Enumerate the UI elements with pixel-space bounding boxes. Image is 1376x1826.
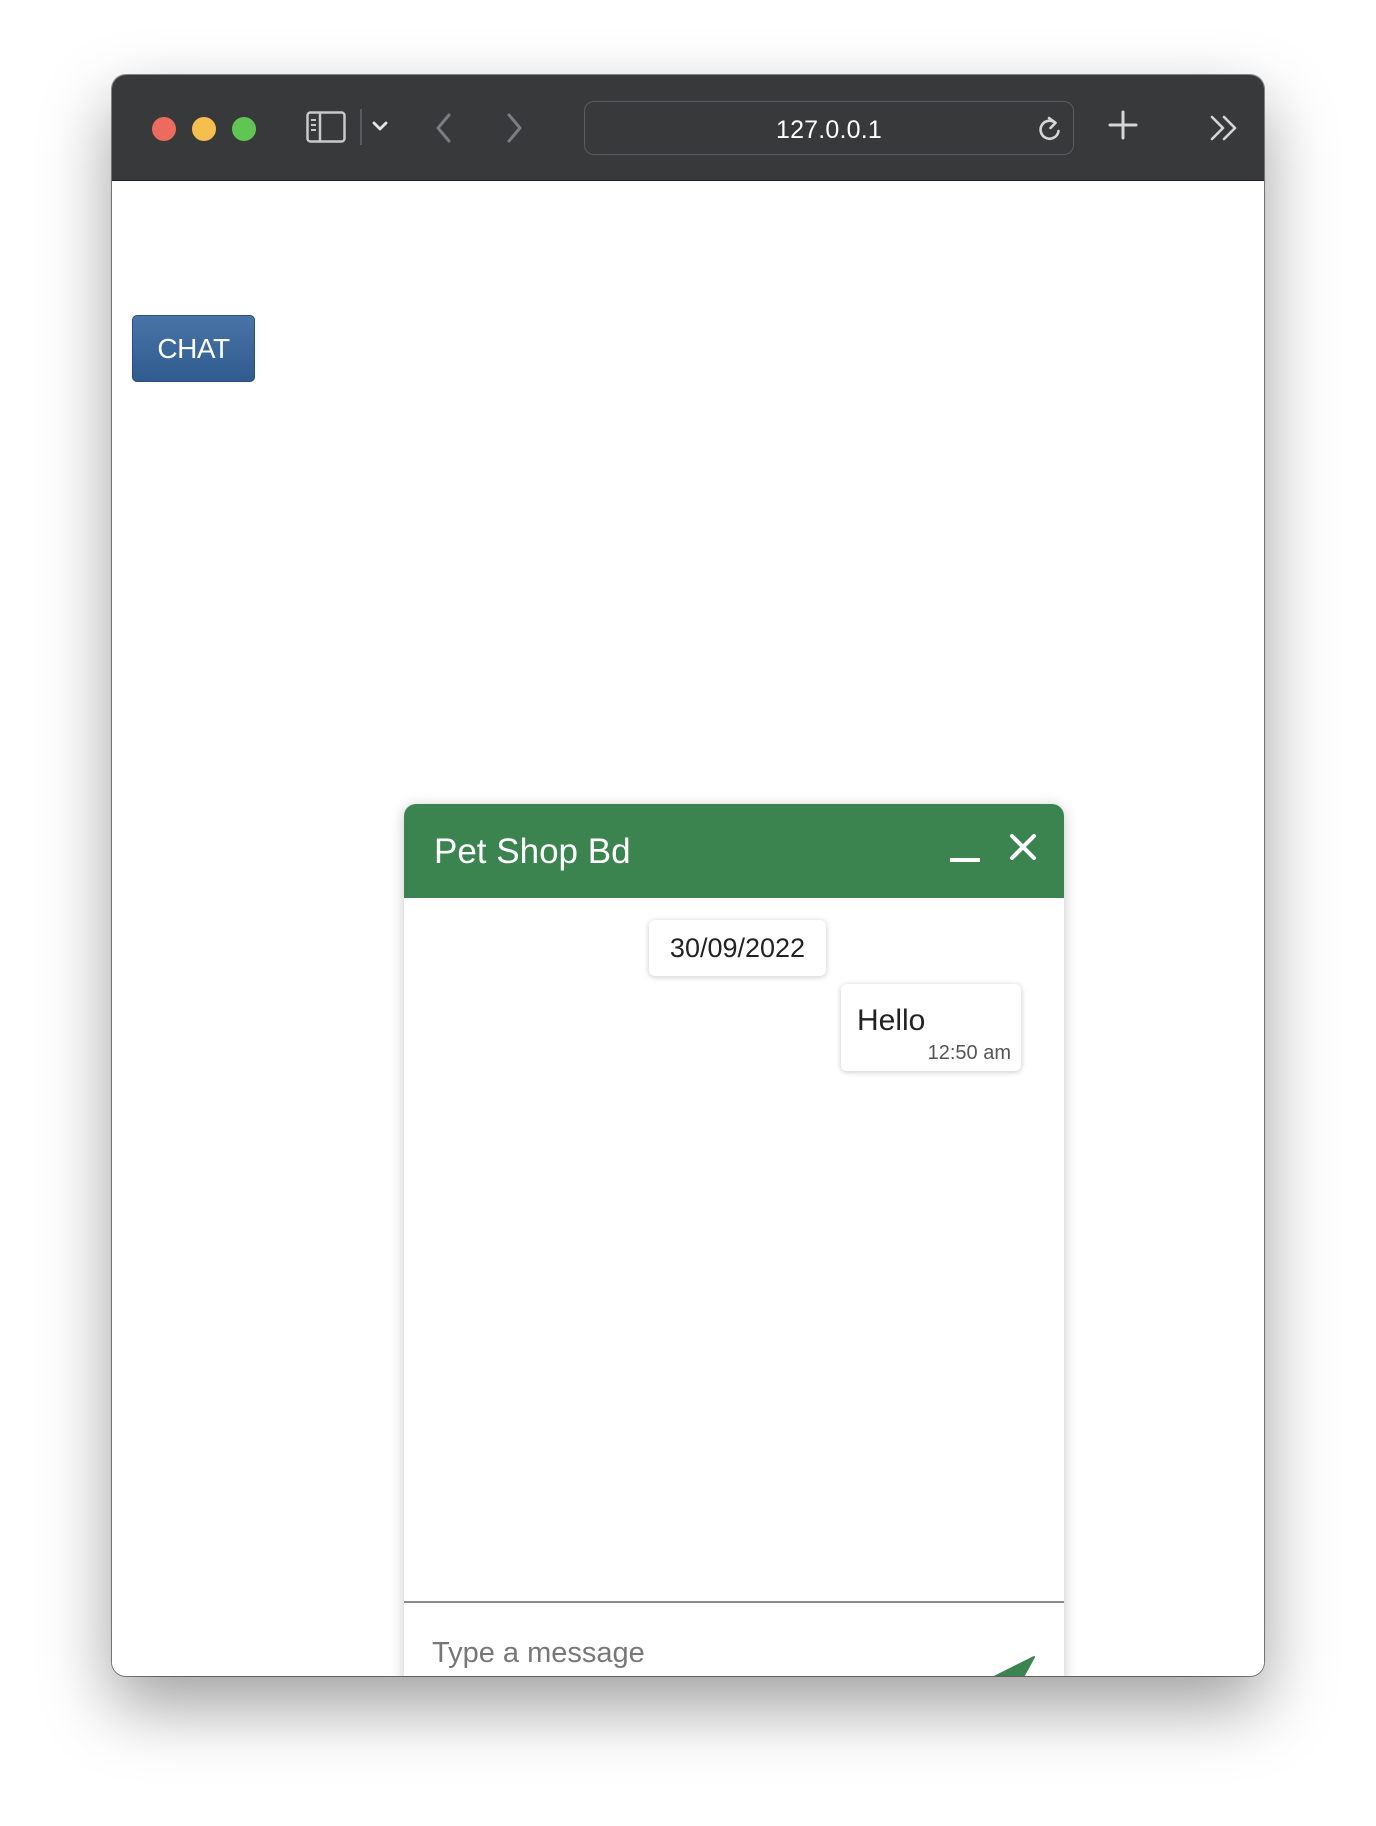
message-bubble: Hello 12:50 am <box>841 984 1021 1071</box>
minimize-icon[interactable] <box>950 858 980 862</box>
browser-window: 127.0.0.1 CHAT Pet Shop Bd 30/09/2022 He… <box>112 75 1264 1676</box>
message-text: Hello <box>857 1004 926 1037</box>
reload-icon[interactable] <box>1036 114 1064 149</box>
send-icon[interactable] <box>982 1653 1038 1676</box>
chevron-left-icon[interactable] <box>432 111 456 150</box>
chat-button[interactable]: CHAT <box>132 315 255 382</box>
page-content: CHAT Pet Shop Bd 30/09/2022 Hello 12:50 … <box>112 181 1264 1676</box>
address-bar[interactable]: 127.0.0.1 <box>584 101 1074 155</box>
chat-title: Pet Shop Bd <box>434 832 631 871</box>
zoom-window-button[interactable] <box>232 117 256 141</box>
sidebar-icon[interactable] <box>306 111 346 148</box>
chevron-down-icon[interactable] <box>371 119 389 138</box>
address-text: 127.0.0.1 <box>775 116 883 144</box>
chevron-right-icon[interactable] <box>502 111 526 150</box>
minimize-window-button[interactable] <box>192 117 216 141</box>
chat-header: Pet Shop Bd <box>404 804 1064 898</box>
toolbar-divider <box>360 109 362 145</box>
close-window-button[interactable] <box>152 117 176 141</box>
message-input[interactable] <box>432 1631 952 1675</box>
double-chevron-right-icon[interactable] <box>1208 113 1242 148</box>
close-icon[interactable] <box>1008 832 1038 862</box>
message-time: 12:50 am <box>927 1042 1011 1064</box>
message-composer <box>404 1601 1064 1676</box>
date-separator: 30/09/2022 <box>649 920 826 976</box>
browser-toolbar: 127.0.0.1 <box>112 75 1264 181</box>
plus-icon[interactable] <box>1107 109 1139 146</box>
chat-window: Pet Shop Bd 30/09/2022 Hello 12:50 am <box>404 804 1064 1676</box>
